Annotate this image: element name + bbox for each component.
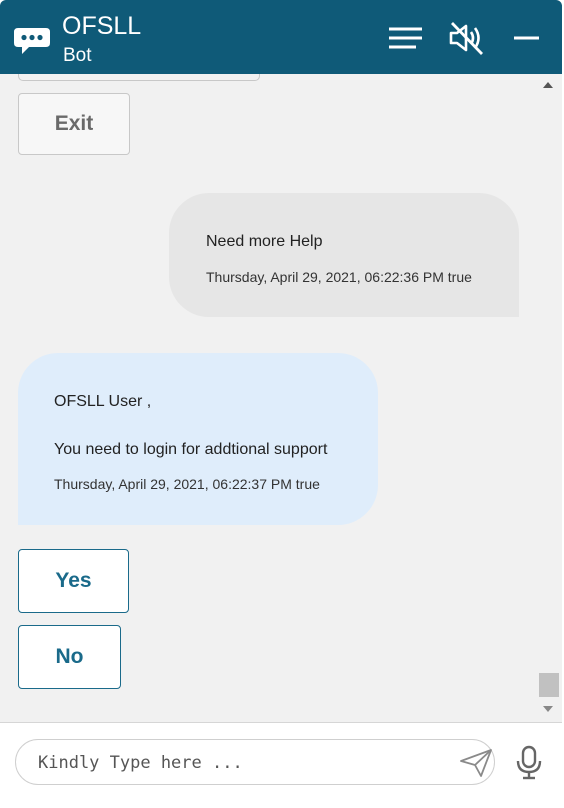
microphone-icon (516, 745, 542, 780)
bot-message-greeting: OFSLL User , (54, 393, 152, 410)
scroll-up-arrow-icon[interactable] (543, 82, 553, 88)
yes-button[interactable]: Yes (18, 549, 129, 613)
bot-message-timestamp: Thursday, April 29, 2021, 06:22:37 PM tr… (54, 476, 320, 492)
exit-button[interactable]: Exit (18, 93, 130, 155)
chat-widget: OFSLL Bot Exit Need more Help Thursday, … (0, 0, 564, 808)
minimize-icon (514, 36, 539, 40)
previous-option-button[interactable] (18, 74, 260, 81)
conversation-area[interactable]: Exit Need more Help Thursday, April 29, … (0, 74, 537, 722)
microphone-button[interactable] (514, 745, 544, 781)
user-message-text: Need more Help (206, 233, 323, 250)
scroll-down-arrow-icon[interactable] (543, 706, 553, 712)
audio-toggle-button[interactable] (446, 18, 486, 58)
send-icon (460, 749, 492, 777)
message-input-box (15, 739, 495, 785)
chat-bubble-icon (14, 28, 50, 54)
user-message-timestamp: Thursday, April 29, 2021, 06:22:36 PM tr… (206, 269, 472, 285)
bot-message-text: You need to login for addtional support (54, 441, 328, 458)
message-input[interactable] (36, 748, 420, 778)
speaker-muted-icon (449, 22, 484, 55)
chat-header: OFSLL Bot (0, 0, 562, 74)
vertical-scrollbar[interactable] (537, 74, 562, 722)
menu-button[interactable] (386, 18, 426, 58)
no-button[interactable]: No (18, 625, 121, 689)
bot-message-bubble: OFSLL User , You need to login for addti… (18, 353, 378, 525)
bot-subtitle: Bot (63, 45, 92, 66)
minimize-button[interactable] (506, 18, 546, 58)
user-message-bubble: Need more Help Thursday, April 29, 2021,… (169, 193, 519, 317)
scroll-thumb[interactable] (539, 673, 559, 697)
chat-footer (0, 722, 562, 808)
bot-title: OFSLL (62, 12, 142, 40)
menu-icon (389, 27, 422, 49)
send-button[interactable] (459, 748, 493, 778)
